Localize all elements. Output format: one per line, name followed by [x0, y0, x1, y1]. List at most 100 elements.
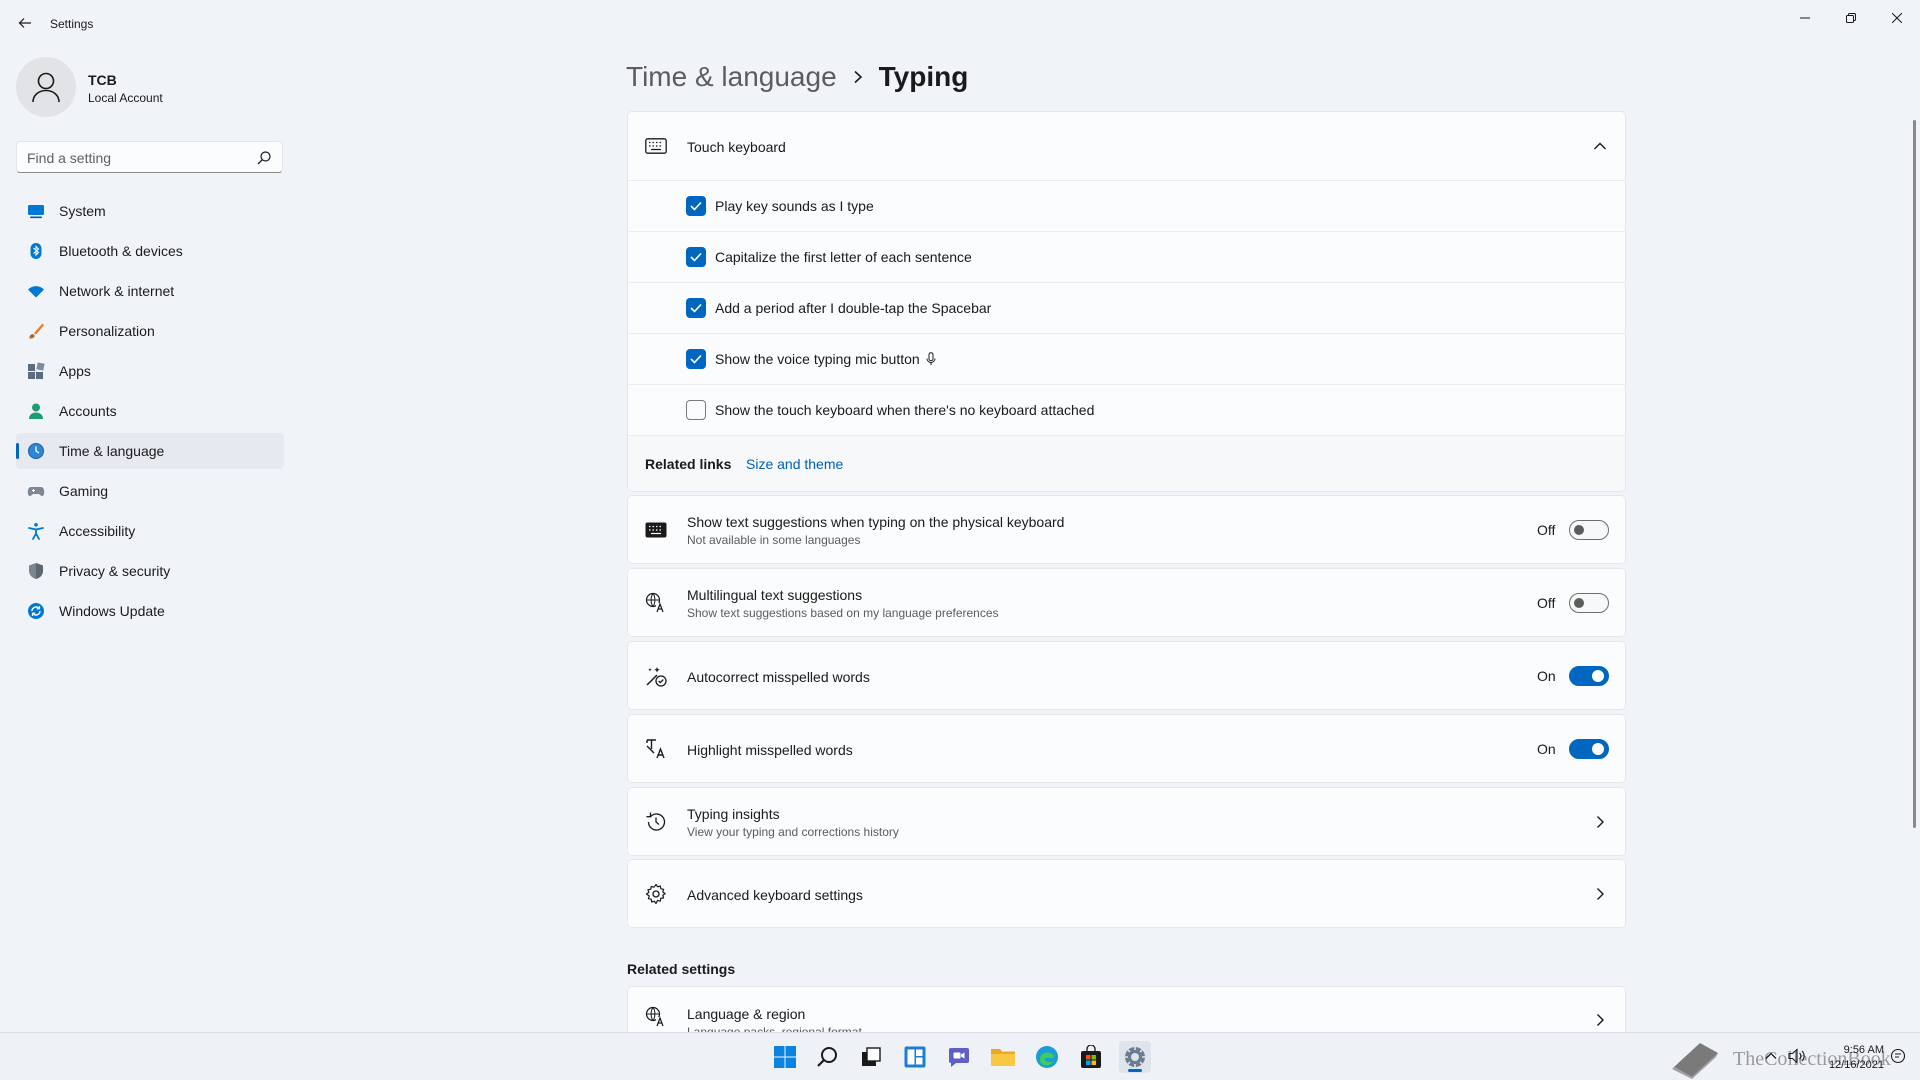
- setting-subtitle: Not available in some languages: [687, 533, 861, 547]
- sidebar-nav: System Bluetooth & devices Network & int…: [16, 193, 284, 633]
- sidebar-item-windows-update[interactable]: Windows Update: [16, 593, 284, 629]
- chevron-up-icon[interactable]: [1764, 1049, 1778, 1068]
- toggle-knob: [1592, 743, 1604, 755]
- file-explorer-button[interactable]: [987, 1041, 1019, 1073]
- toggle-knob: [1574, 525, 1584, 535]
- checkmark-icon: [690, 354, 702, 364]
- option-capitalize-first-letter[interactable]: Capitalize the first letter of each sent…: [628, 231, 1625, 282]
- highlight-text-icon: [645, 738, 667, 760]
- size-and-theme-link[interactable]: Size and theme: [746, 456, 843, 472]
- edge-button[interactable]: [1031, 1041, 1063, 1073]
- related-links: Related links Size and theme: [628, 435, 1625, 491]
- edge-browser-icon: [1036, 1046, 1058, 1068]
- store-icon: [1081, 1045, 1101, 1068]
- option-play-key-sounds[interactable]: Play key sounds as I type: [628, 180, 1625, 231]
- sidebar-item-label: Gaming: [59, 483, 109, 499]
- keyboard-icon: [645, 519, 667, 541]
- task-view-button[interactable]: [855, 1041, 887, 1073]
- autocorrect-toggle[interactable]: [1569, 666, 1609, 686]
- option-voice-typing-mic[interactable]: Show the voice typing mic button: [628, 333, 1625, 384]
- option-add-period[interactable]: Add a period after I double-tap the Spac…: [628, 282, 1625, 333]
- checkbox[interactable]: [686, 400, 706, 420]
- clock[interactable]: 9:56 AM 12/16/2021: [1824, 1043, 1884, 1073]
- typing-insights-row[interactable]: Typing insights View your typing and cor…: [627, 787, 1626, 856]
- setting-subtitle: Show text suggestions based on my langua…: [687, 606, 999, 620]
- keyboard-icon: [645, 135, 667, 157]
- windows-logo-icon: [774, 1046, 796, 1068]
- settings-taskbar-button[interactable]: [1119, 1041, 1151, 1073]
- breadcrumb-parent[interactable]: Time & language: [626, 61, 837, 93]
- highlight-misspelled-toggle[interactable]: [1569, 739, 1609, 759]
- start-button[interactable]: [769, 1041, 801, 1073]
- chevron-up-icon[interactable]: [1593, 139, 1607, 153]
- toggle-group: Off: [1537, 593, 1609, 613]
- chat-button[interactable]: [943, 1041, 975, 1073]
- setting-multilingual-suggestions: Multilingual text suggestions Show text …: [627, 568, 1626, 637]
- setting-highlight-misspelled: Highlight misspelled words On: [627, 714, 1626, 783]
- minimize-button[interactable]: [1782, 4, 1828, 32]
- sidebar-item-personalization[interactable]: Personalization: [16, 313, 284, 349]
- sidebar-item-accounts[interactable]: Accounts: [16, 393, 284, 429]
- apps-icon: [27, 362, 45, 380]
- volume-icon[interactable]: [1788, 1048, 1806, 1069]
- language-region-title: Language & region: [687, 1006, 806, 1022]
- text-suggestions-toggle[interactable]: [1569, 520, 1609, 540]
- widgets-button[interactable]: [899, 1041, 931, 1073]
- profile-name: TCB: [88, 72, 117, 88]
- app-title: Settings: [50, 17, 94, 31]
- related-settings-heading: Related settings: [627, 961, 736, 977]
- checkbox[interactable]: [686, 196, 706, 216]
- history-icon: [645, 811, 667, 833]
- language-icon: [645, 592, 667, 614]
- sidebar-item-accessibility[interactable]: Accessibility: [16, 513, 284, 549]
- search-input[interactable]: [27, 148, 247, 168]
- setting-text-suggestions: Show text suggestions when typing on the…: [627, 495, 1626, 564]
- option-label: Show the touch keyboard when there's no …: [715, 402, 1095, 418]
- person-icon: [32, 72, 60, 103]
- notification-icon[interactable]: [1890, 1048, 1906, 1069]
- person-icon: [27, 402, 45, 420]
- chevron-right-icon: [853, 70, 863, 84]
- taskbar-search-button[interactable]: [812, 1041, 844, 1073]
- sidebar-item-privacy-security[interactable]: Privacy & security: [16, 553, 284, 589]
- checkbox[interactable]: [686, 349, 706, 369]
- touch-keyboard-header[interactable]: Touch keyboard: [628, 112, 1625, 180]
- option-label: Play key sounds as I type: [715, 198, 874, 214]
- option-label-wrap: Show the voice typing mic button: [715, 351, 936, 367]
- clock-time: 9:56 AM: [1843, 1044, 1884, 1056]
- option-label: Capitalize the first letter of each sent…: [715, 249, 972, 265]
- touch-keyboard-title: Touch keyboard: [687, 139, 786, 155]
- chevron-right-icon: [1593, 887, 1607, 901]
- sidebar-item-time-language[interactable]: Time & language: [16, 433, 284, 469]
- toggle-knob: [1574, 598, 1584, 608]
- checkbox[interactable]: [686, 298, 706, 318]
- sidebar-item-label: Accounts: [59, 403, 117, 419]
- restore-button[interactable]: [1828, 4, 1874, 32]
- option-show-touch-keyboard[interactable]: Show the touch keyboard when there's no …: [628, 384, 1625, 435]
- toggle-knob: [1592, 670, 1604, 682]
- multilingual-suggestions-toggle[interactable]: [1569, 593, 1609, 613]
- checkbox[interactable]: [686, 247, 706, 267]
- restore-icon: [1846, 13, 1856, 23]
- back-arrow-icon: [18, 18, 31, 28]
- scrollbar[interactable]: [1913, 120, 1916, 828]
- toggle-state-label: On: [1537, 668, 1556, 684]
- search-icon[interactable]: [256, 150, 272, 166]
- update-icon: [27, 602, 45, 620]
- close-button[interactable]: [1874, 4, 1920, 32]
- back-button[interactable]: [14, 12, 36, 34]
- search-box[interactable]: [16, 141, 283, 173]
- advanced-keyboard-title: Advanced keyboard settings: [687, 887, 863, 903]
- toggle-state-label: Off: [1537, 522, 1556, 538]
- sidebar-item-gaming[interactable]: Gaming: [16, 473, 284, 509]
- related-links-label: Related links: [645, 456, 732, 472]
- page-title: Typing: [878, 61, 969, 92]
- sidebar-item-network-internet[interactable]: Network & internet: [16, 273, 284, 309]
- sidebar-item-bluetooth-devices[interactable]: Bluetooth & devices: [16, 233, 284, 269]
- advanced-keyboard-settings-row[interactable]: Advanced keyboard settings: [627, 859, 1626, 928]
- sidebar-item-apps[interactable]: Apps: [16, 353, 284, 389]
- language-region-row[interactable]: Language & region Language packs, region…: [627, 986, 1626, 1034]
- globe-clock-icon: [27, 442, 45, 460]
- store-button[interactable]: [1075, 1041, 1107, 1073]
- sidebar-item-system[interactable]: System: [16, 193, 284, 229]
